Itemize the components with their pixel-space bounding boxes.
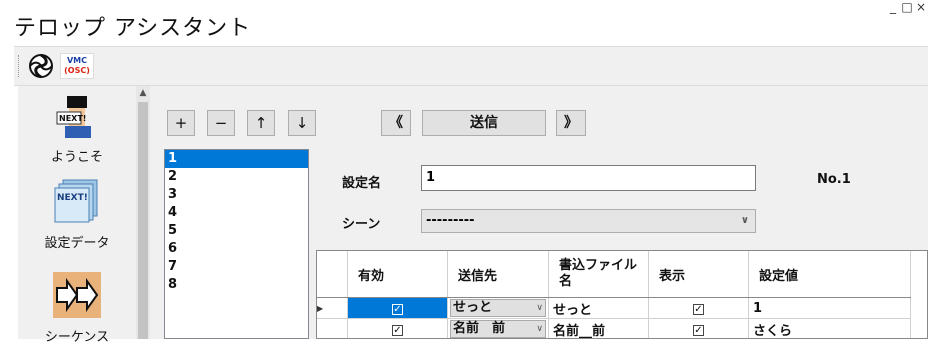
row-header [317,318,348,338]
settings-data-icon: NEXT! [54,179,98,223]
column-header-destination[interactable]: 送信先 [447,251,549,298]
column-header-value[interactable]: 設定値 [748,251,911,298]
list-item[interactable]: 5 [165,222,308,240]
move-up-button[interactable]: ↑ [247,110,275,136]
settings-list[interactable]: 1 2 3 4 5 6 7 8 [164,149,309,339]
destination-combo[interactable]: 名前 前 ∨ [450,320,546,338]
current-row-indicator-icon: ▶ [317,297,348,319]
sequence-arrows-icon [53,272,101,318]
setting-name-label: 設定名 [342,176,382,191]
display-cell[interactable]: ✓ [648,297,749,319]
minimize-button[interactable]: _ [886,0,900,14]
list-item[interactable]: 7 [165,258,308,276]
file-cell[interactable]: 名前__前 [548,318,649,338]
previous-button[interactable]: 《 [381,110,411,136]
column-header-enabled[interactable]: 有効 [347,251,448,298]
vmc-osc-tool-button[interactable]: VMC (OSC) [60,53,94,79]
destination-cell[interactable]: 名前 前 ∨ [447,318,549,338]
main-panel: + − ↑ ↓ 《 送信 》 1 2 3 4 5 6 7 8 設定名 1 No.… [150,86,928,339]
row-header-corner [317,251,348,298]
sidebar-label-settings-data: 設定データ [44,236,110,251]
file-cell[interactable]: せっと [548,297,649,319]
number-label: No.1 [817,172,851,187]
remove-button[interactable]: − [207,110,235,136]
enabled-cell[interactable]: ✓ [347,318,448,338]
chevron-down-icon[interactable]: ∨ [536,300,543,316]
list-item[interactable]: 2 [165,168,308,186]
window-controls: _ □ × [886,0,928,14]
enabled-cell[interactable]: ✓ [347,297,448,319]
display-checkbox[interactable]: ✓ [693,303,704,315]
scene-select[interactable]: --------- ∨ [421,209,756,233]
list-item[interactable]: 3 [165,186,308,204]
sidebar-item-sequence[interactable]: シーケンス [18,272,136,345]
destination-cell[interactable]: せっと ∨ [447,297,549,319]
osc-label: (OSC) [64,66,90,75]
toolbar-grip[interactable] [18,55,21,77]
scene-label: シーン [342,217,381,232]
next-button[interactable]: 》 [556,110,586,136]
table-row[interactable]: ▶ ✓ せっと ∨ せっと ✓ 1 [317,297,911,319]
destination-combo[interactable]: せっと ∨ [450,299,546,317]
destination-value: 名前 前 [453,321,506,336]
sidebar-scrollbar[interactable]: ▲ [136,86,150,339]
window-title: テロップ アシスタント [14,16,252,41]
swirl-logo-icon [29,53,53,79]
enabled-checkbox[interactable]: ✓ [392,303,403,315]
sidebar: NEXT! ようこそ NEXT! 設定データ シーケンス [18,86,136,345]
column-header-display[interactable]: 表示 [648,251,749,298]
sidebar-label-sequence: シーケンス [44,330,110,345]
value-cell[interactable]: さくら [748,318,911,338]
settings-icon-text: NEXT! [57,193,88,203]
toolbar: VMC (OSC) [14,46,928,86]
destination-value: せっと [453,300,493,315]
add-button[interactable]: + [167,110,195,136]
enabled-checkbox[interactable]: ✓ [392,324,403,336]
value-cell[interactable]: 1 [748,297,911,319]
logo-tool-button[interactable] [28,53,54,79]
sidebar-label-welcome: ようこそ [50,150,103,165]
column-header-file[interactable]: 書込ファイル名 [548,251,649,298]
table-row[interactable]: ✓ 名前 前 ∨ 名前__前 ✓ さくら [317,318,911,338]
setting-name-input[interactable]: 1 [421,165,756,191]
data-grid[interactable]: 有効 送信先 書込ファイル名 表示 設定値 ▶ ✓ せっと ∨ せっと ✓ 1 ✓… [316,250,928,339]
chevron-down-icon[interactable]: ∨ [741,210,749,232]
list-item[interactable]: 8 [165,276,308,294]
display-cell[interactable]: ✓ [648,318,749,338]
maximize-button[interactable]: □ [900,0,914,14]
display-checkbox[interactable]: ✓ [693,324,704,336]
move-down-button[interactable]: ↓ [288,110,316,136]
scene-select-value: --------- [426,213,475,228]
scroll-up-icon[interactable]: ▲ [136,86,150,100]
send-button[interactable]: 送信 [422,110,546,136]
list-item[interactable]: 6 [165,240,308,258]
vmc-label: VMC [66,56,88,65]
list-item[interactable]: 1 [165,150,308,168]
chevron-down-icon[interactable]: ∨ [536,321,543,337]
scrollbar-thumb[interactable] [138,102,148,339]
welcome-person-icon: NEXT! [56,96,91,138]
close-button[interactable]: × [914,0,928,14]
welcome-icon-text: NEXT! [59,114,86,123]
list-item[interactable]: 4 [165,204,308,222]
sidebar-item-welcome[interactable]: NEXT! ようこそ [18,92,136,165]
sidebar-item-settings-data[interactable]: NEXT! 設定データ [18,178,136,251]
